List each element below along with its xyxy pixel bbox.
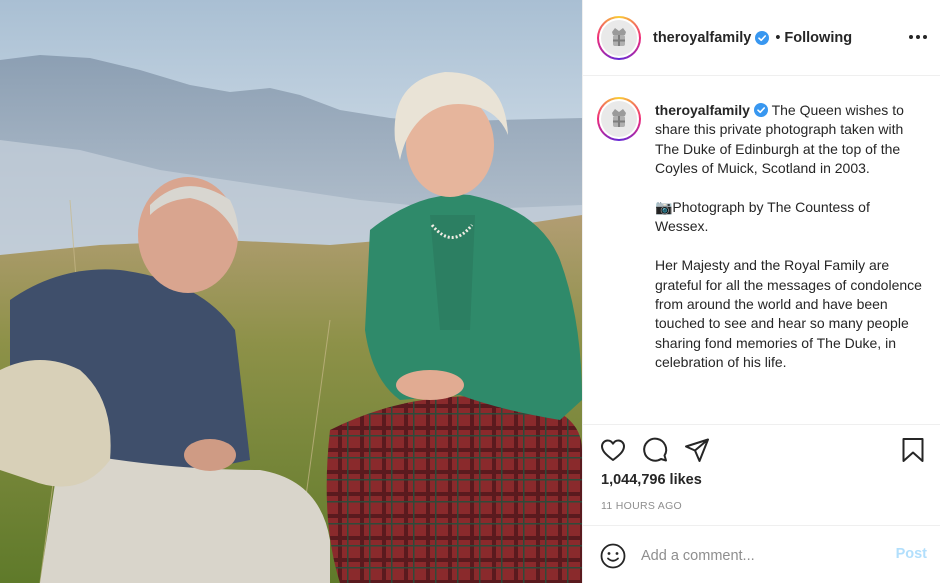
royal-crest-icon (601, 19, 637, 56)
caption-avatar[interactable] (597, 97, 641, 141)
post-caption: theroyalfamily The Queen wishes to share… (583, 95, 940, 425)
royal-crest-icon (601, 101, 637, 137)
header-separator: • (775, 29, 781, 46)
header-username[interactable]: theroyalfamily (653, 30, 751, 46)
caption-paragraph: theroyalfamily The Queen wishes to share… (655, 101, 923, 179)
avatar[interactable] (597, 15, 641, 60)
comment-icon[interactable] (641, 436, 669, 464)
comment-bar: Post (583, 525, 940, 583)
photo-image (0, 0, 582, 583)
emoji-icon[interactable] (599, 542, 627, 570)
action-bar (583, 432, 940, 468)
following-button[interactable]: Following (784, 30, 852, 46)
post-timestamp[interactable]: 11 HOURS AGO (601, 500, 682, 512)
bookmark-icon[interactable] (899, 436, 927, 464)
caption-paragraph-2: 📷Photograph by The Countess of Wessex. (655, 199, 870, 235)
likes-count[interactable]: 1,044,796 likes (601, 472, 702, 488)
more-options-icon[interactable] (909, 30, 927, 44)
post-comment-button[interactable]: Post (896, 546, 927, 562)
post-header: theroyalfamily • Following (583, 0, 940, 76)
heart-icon[interactable] (599, 436, 627, 464)
post-details-panel: theroyalfamily • Following theroyalfamil… (582, 0, 940, 583)
caption-paragraph-3: Her Majesty and the Royal Family are gra… (655, 257, 922, 371)
post-photo[interactable] (0, 0, 582, 583)
verified-badge-icon (753, 103, 768, 117)
caption-username[interactable]: theroyalfamily (655, 102, 750, 118)
instagram-post: theroyalfamily • Following theroyalfamil… (0, 0, 940, 583)
comment-input[interactable] (641, 544, 871, 568)
share-icon[interactable] (683, 436, 711, 464)
caption-text: theroyalfamily The Queen wishes to share… (655, 101, 923, 392)
verified-badge-icon (755, 30, 770, 45)
divider (583, 424, 940, 425)
